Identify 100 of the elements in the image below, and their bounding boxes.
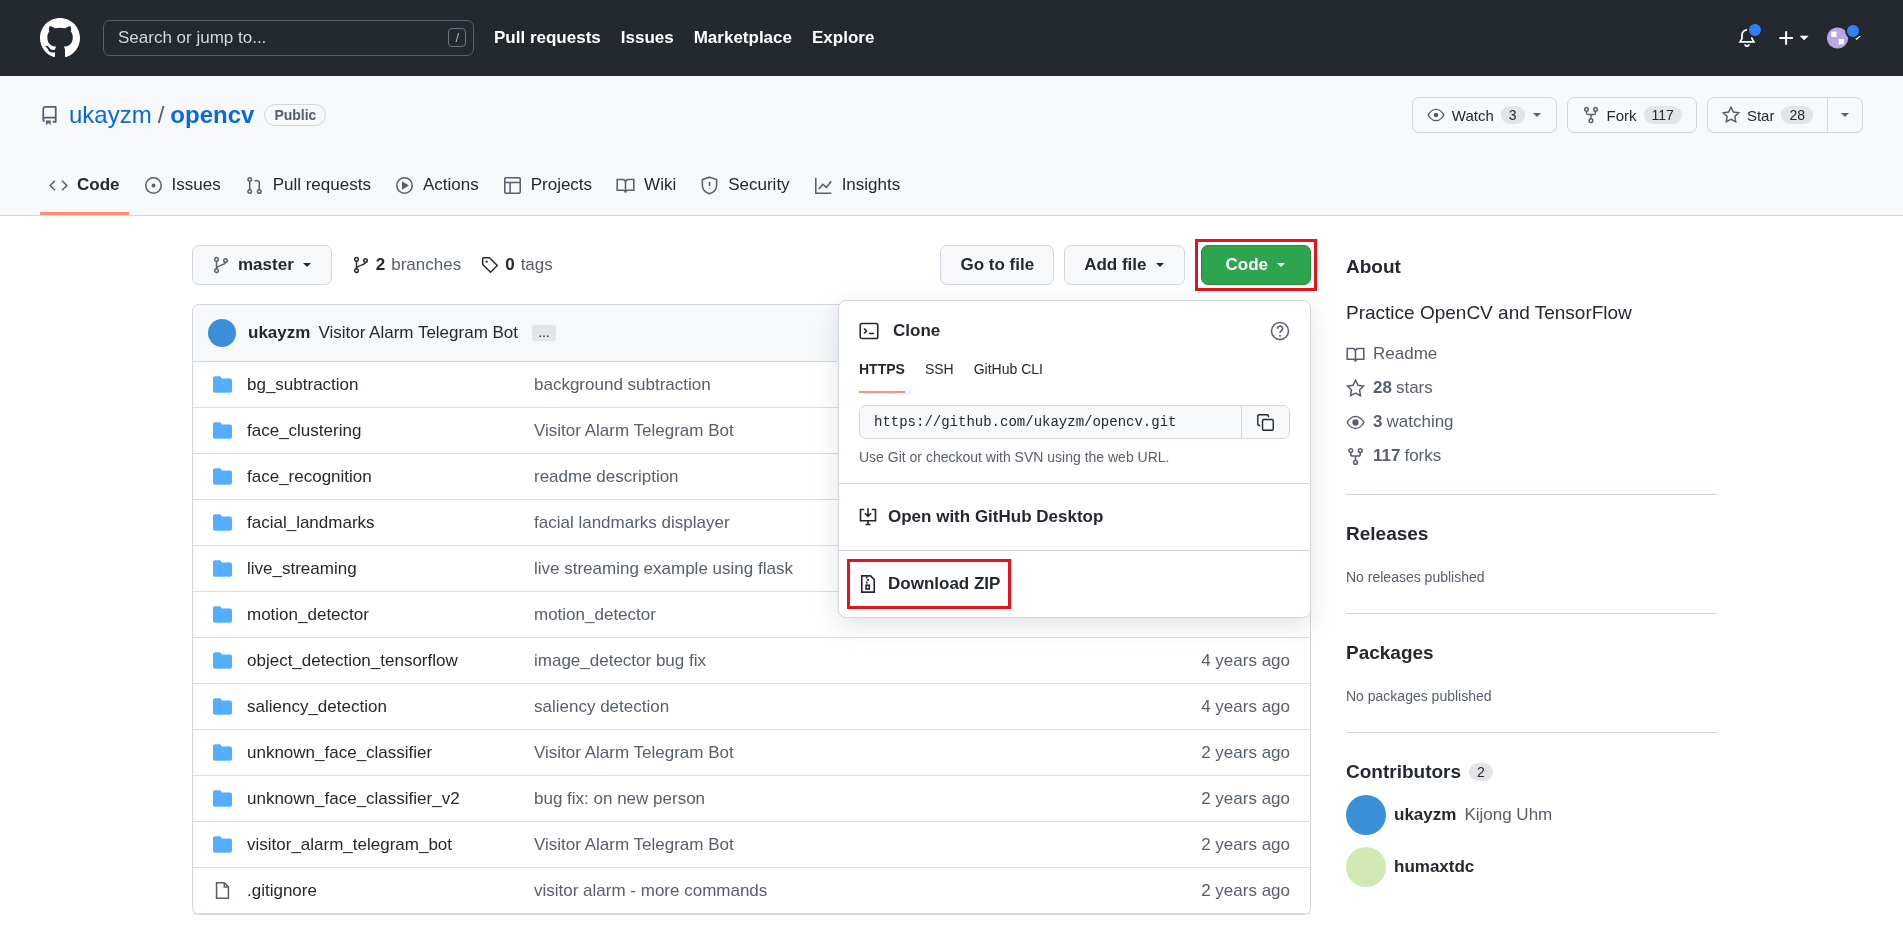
- fork-icon: [1581, 106, 1600, 124]
- file-name-link[interactable]: object_detection_tensorflow: [247, 650, 534, 671]
- commit-author[interactable]: ukayzm: [248, 323, 311, 343]
- open-desktop-link[interactable]: Open with GitHub Desktop: [847, 492, 1115, 542]
- desktop-download-icon: [858, 507, 878, 527]
- commit-message-link[interactable]: Visitor Alarm Telegram Bot: [534, 834, 1202, 855]
- count-badge: 2: [1469, 763, 1493, 781]
- go-to-file-button[interactable]: Go to file: [940, 245, 1055, 285]
- repo-tab[interactable]: Actions: [385, 166, 488, 215]
- file-name-link[interactable]: bg_subtraction: [247, 374, 534, 395]
- add-file-button[interactable]: Add file: [1064, 245, 1185, 285]
- file-name-link[interactable]: unknown_face_classifier_v2: [247, 788, 534, 809]
- tag-icon: [481, 256, 500, 274]
- star-stat-link[interactable]: 28 stars: [1346, 378, 1717, 398]
- terminal-icon: [859, 321, 879, 341]
- nav-link[interactable]: Pull requests: [494, 28, 601, 48]
- folder-icon: [213, 559, 232, 578]
- caret-icon: [1276, 260, 1286, 270]
- commit-time: 2 years ago: [1201, 834, 1290, 855]
- tags-link[interactable]: 0 tags: [481, 255, 553, 275]
- create-new-icon[interactable]: [1777, 29, 1811, 47]
- contributor-login[interactable]: ukayzm: [1394, 805, 1457, 825]
- count-badge: 3: [1500, 106, 1525, 124]
- contributors-heading: Contributors: [1346, 761, 1462, 783]
- contributor-name: Kijong Uhm: [1464, 805, 1553, 825]
- fork-button[interactable]: Fork 117: [1566, 97, 1697, 133]
- repository-icon: [40, 105, 59, 125]
- pulls-icon: [244, 175, 264, 195]
- branches-link[interactable]: 2 branches: [351, 255, 462, 275]
- readme-stat-link[interactable]: Readme: [1346, 344, 1717, 364]
- file-name-link[interactable]: face_clustering: [247, 420, 534, 441]
- repo-name-link[interactable]: opencv: [170, 101, 255, 129]
- folder-icon: [213, 605, 232, 624]
- folder-icon: [213, 835, 232, 854]
- caret-icon: [1154, 260, 1165, 270]
- file-name-link[interactable]: face_recognition: [247, 466, 534, 487]
- octocat-logo[interactable]: [40, 18, 80, 58]
- commit-time: 4 years ago: [1201, 650, 1290, 671]
- commit-time: 2 years ago: [1201, 742, 1290, 763]
- star-button[interactable]: Star 28: [1706, 97, 1828, 133]
- folder-icon: [213, 743, 232, 762]
- folder-icon: [213, 789, 232, 808]
- repo-tab[interactable]: Insights: [804, 166, 910, 215]
- releases-heading: Releases: [1346, 523, 1430, 545]
- clone-method-tab[interactable]: HTTPS: [859, 361, 905, 393]
- about-heading: About: [1346, 256, 1402, 278]
- file-name-link[interactable]: facial_landmarks: [247, 512, 534, 533]
- repo-owner-link[interactable]: ukayzm: [69, 101, 152, 129]
- file-name-link[interactable]: live_streaming: [247, 558, 534, 579]
- nav-link[interactable]: Marketplace: [693, 28, 792, 48]
- expand-button[interactable]: …: [532, 325, 557, 341]
- repo-tab[interactable]: Issues: [134, 166, 230, 215]
- repo-tab[interactable]: Security: [691, 166, 799, 215]
- star-list-dropdown[interactable]: [1828, 97, 1863, 133]
- user-avatar-icon[interactable]: [1827, 27, 1863, 49]
- clone-method-tab[interactable]: GitHub CLI: [973, 361, 1043, 393]
- file-name-link[interactable]: visitor_alarm_telegram_bot: [247, 834, 534, 855]
- branch-icon: [212, 256, 230, 274]
- commit-time: 4 years ago: [1201, 696, 1290, 717]
- popover-title: Clone: [893, 321, 941, 341]
- commit-message-link[interactable]: image_detector bug fix: [534, 650, 1202, 671]
- security-icon: [700, 175, 720, 195]
- caret-icon: [301, 260, 312, 270]
- commit-time: 2 years ago: [1201, 788, 1290, 809]
- file-name-link[interactable]: saliency_detection: [247, 696, 534, 717]
- repo-tab[interactable]: Projects: [493, 166, 602, 215]
- help-icon[interactable]: [1270, 321, 1290, 341]
- commit-message-link[interactable]: bug fix: on new person: [534, 788, 1202, 809]
- file-name-link[interactable]: .gitignore: [247, 880, 534, 901]
- path-separator: /: [157, 101, 165, 129]
- nav-link[interactable]: Issues: [620, 28, 674, 48]
- commit-message-link[interactable]: Visitor Alarm Telegram Bot: [534, 742, 1202, 763]
- commit-message-link[interactable]: visitor alarm - more commands: [534, 880, 1202, 901]
- packages-note: No packages published: [1346, 688, 1493, 704]
- contributor-avatar[interactable]: [1346, 795, 1386, 835]
- file-name-link[interactable]: unknown_face_classifier: [247, 742, 534, 763]
- commit-message[interactable]: Visitor Alarm Telegram Bot: [318, 323, 519, 343]
- file-name-link[interactable]: motion_detector: [247, 604, 534, 625]
- folder-icon: [213, 375, 232, 394]
- contributor-login[interactable]: humaxtdc: [1394, 857, 1475, 877]
- repo-tab[interactable]: Code: [40, 166, 129, 215]
- count-badge: 117: [1643, 106, 1682, 124]
- projects-icon: [502, 175, 522, 195]
- nav-link[interactable]: Explore: [812, 28, 875, 48]
- commit-message-link[interactable]: saliency detection: [534, 696, 1202, 717]
- packages-heading: Packages: [1346, 642, 1435, 664]
- branch-dropdown[interactable]: master: [192, 245, 332, 285]
- commit-time: 2 years ago: [1201, 880, 1290, 901]
- repo-tab[interactable]: Pull requests: [235, 166, 380, 215]
- folder-icon: [213, 513, 232, 532]
- caret-icon: [1531, 110, 1542, 120]
- folder-icon: [213, 697, 232, 716]
- actions-icon: [394, 175, 414, 195]
- repo-tab[interactable]: Wiki: [607, 166, 686, 215]
- fork-stat-link[interactable]: 117 forks: [1346, 446, 1717, 466]
- download-zip-link[interactable]: Download ZIP: [847, 559, 1012, 609]
- clone-method-tab[interactable]: SSH: [924, 361, 954, 393]
- watch-button[interactable]: Watch 3: [1411, 97, 1557, 133]
- folder-icon: [213, 421, 232, 440]
- watch-stat-link[interactable]: 3 watching: [1346, 412, 1717, 432]
